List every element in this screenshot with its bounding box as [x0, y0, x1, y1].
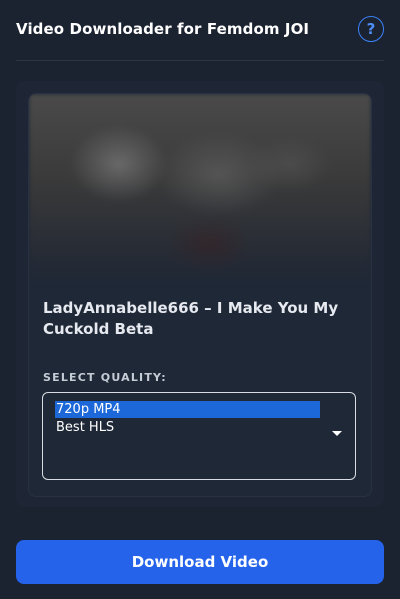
video-thumbnail	[29, 94, 371, 284]
download-button[interactable]: Download Video	[16, 540, 384, 584]
video-title: LadyAnnabelle666 – I Make You My Cuckold…	[43, 299, 339, 338]
popup-page: Video Downloader for Femdom JOI ? LadyAn…	[0, 0, 400, 599]
chevron-down-icon	[332, 431, 342, 436]
quality-select[interactable]: 720p MP4 Best HLS	[42, 392, 356, 480]
quality-label: SELECT QUALITY:	[43, 371, 167, 384]
quality-option-hls[interactable]: Best HLS	[55, 419, 320, 436]
help-icon: ?	[366, 20, 376, 38]
video-card: LadyAnnabelle666 – I Make You My Cuckold…	[28, 93, 372, 497]
app-title: Video Downloader for Femdom JOI	[16, 20, 310, 38]
header-divider	[16, 60, 384, 61]
video-panel: LadyAnnabelle666 – I Make You My Cuckold…	[16, 81, 384, 507]
help-button[interactable]: ?	[358, 16, 384, 42]
header: Video Downloader for Femdom JOI ?	[16, 16, 384, 46]
quality-option-720p[interactable]: 720p MP4	[55, 401, 320, 418]
